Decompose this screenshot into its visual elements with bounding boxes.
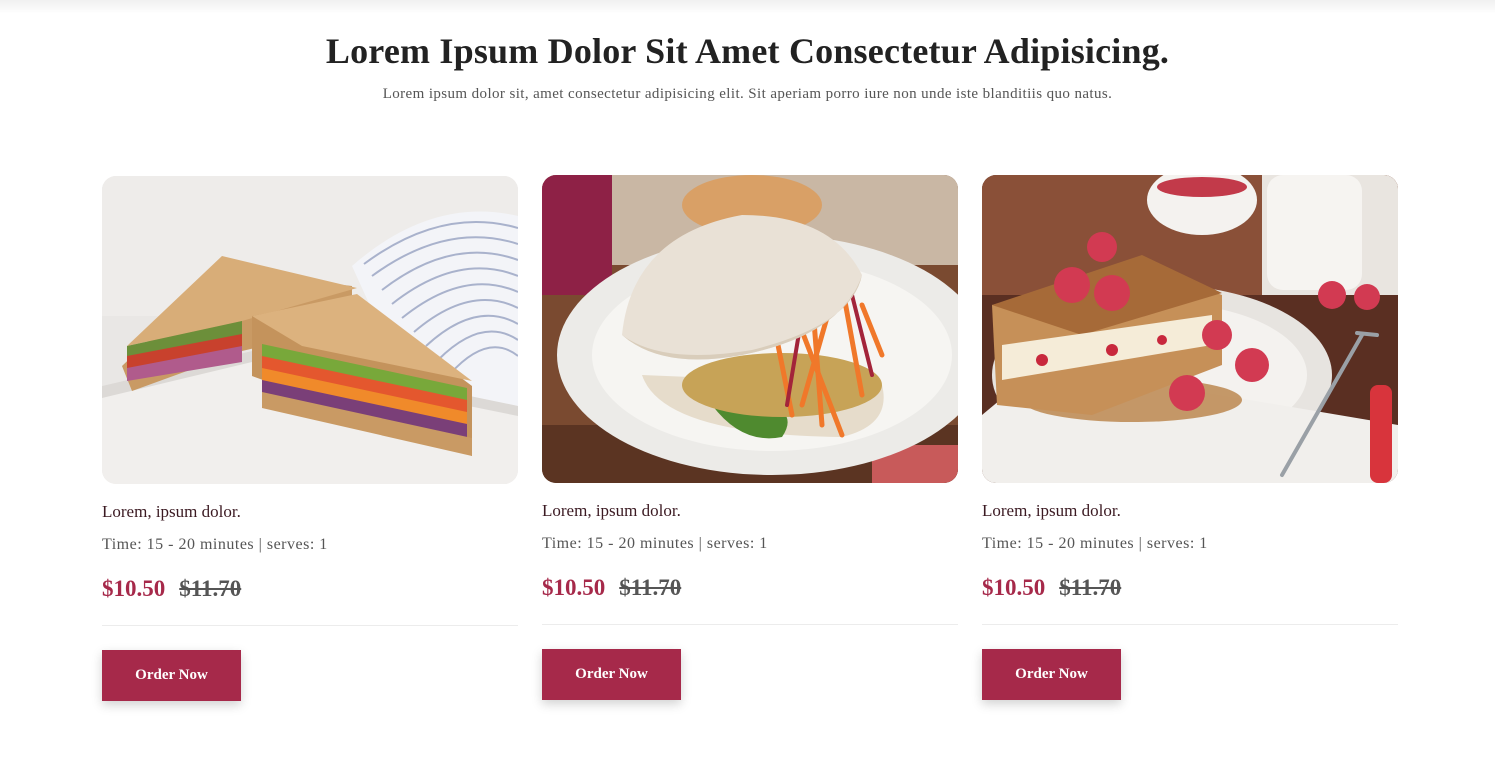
price-row: $10.50 $11.70	[542, 575, 958, 605]
top-shadow	[0, 0, 1495, 14]
product-meta: Time: 15 - 20 minutes | serves: 1	[982, 535, 1208, 552]
page-title: Lorem Ipsum Dolor Sit Amet Consectetur A…	[325, 31, 1170, 71]
product-card: Lorem, ipsum dolor. Time: 15 - 20 minute…	[982, 175, 1398, 700]
old-price: $11.70	[179, 576, 242, 601]
current-price: $10.50	[542, 575, 606, 600]
product-name: Lorem, ipsum dolor.	[982, 501, 1121, 520]
section-header: Lorem Ipsum Dolor Sit Amet Consectetur A…	[0, 30, 1495, 103]
old-price: $11.70	[619, 575, 682, 600]
page-subtitle: Lorem ipsum dolor sit, amet consectetur …	[382, 86, 1113, 102]
veggie-sandwich-image	[102, 176, 518, 484]
chicken-ciabatta-image	[542, 175, 958, 483]
product-name: Lorem, ipsum dolor.	[102, 502, 241, 521]
current-price: $10.50	[982, 575, 1046, 600]
price-row: $10.50 $11.70	[982, 575, 1398, 605]
price-row: $10.50 $11.70	[102, 576, 518, 606]
divider	[982, 624, 1398, 625]
raspberry-french-toast-image	[982, 175, 1398, 483]
product-card: Lorem, ipsum dolor. Time: 15 - 20 minute…	[102, 176, 518, 701]
product-meta: Time: 15 - 20 minutes | serves: 1	[102, 536, 328, 553]
product-name: Lorem, ipsum dolor.	[542, 501, 681, 520]
order-now-button[interactable]: Order Now	[982, 649, 1121, 700]
old-price: $11.70	[1059, 575, 1122, 600]
divider	[542, 624, 958, 625]
order-now-button[interactable]: Order Now	[102, 650, 241, 701]
order-now-button[interactable]: Order Now	[542, 649, 681, 700]
product-meta: Time: 15 - 20 minutes | serves: 1	[542, 535, 768, 552]
current-price: $10.50	[102, 576, 166, 601]
divider	[102, 625, 518, 626]
product-card: Lorem, ipsum dolor. Time: 15 - 20 minute…	[542, 175, 958, 700]
